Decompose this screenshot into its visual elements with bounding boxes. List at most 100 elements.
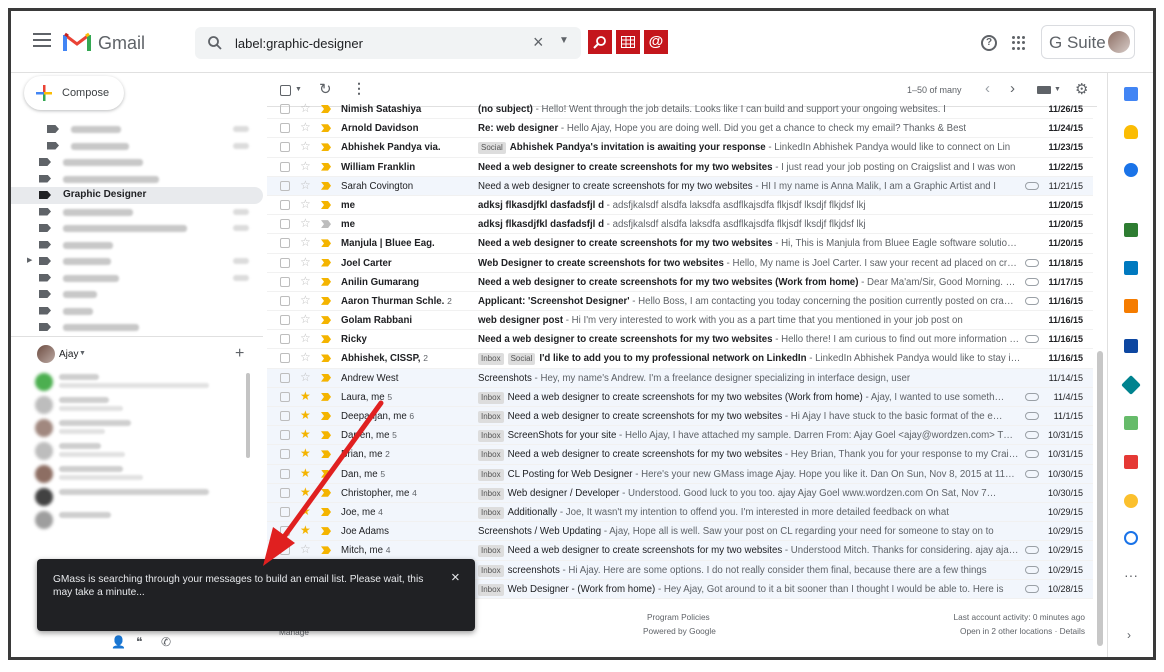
sidebar-label-item[interactable]: [11, 138, 263, 155]
search-icon[interactable]: [207, 35, 223, 51]
keep-icon[interactable]: [1124, 125, 1138, 139]
more-options-icon[interactable]: ⋮: [352, 80, 366, 97]
apps-grid-icon[interactable]: [1012, 36, 1026, 50]
sidebar-label-item[interactable]: [11, 303, 263, 320]
importance-marker-icon[interactable]: [321, 469, 331, 478]
refresh-icon[interactable]: ↻: [319, 80, 332, 98]
star-icon[interactable]: ☆: [300, 312, 311, 326]
program-policies-link[interactable]: Program Policies: [647, 612, 710, 622]
row-checkbox[interactable]: [280, 487, 290, 498]
star-icon[interactable]: ☆: [300, 120, 311, 134]
importance-marker-icon[interactable]: [321, 105, 331, 113]
phone-icon[interactable]: ✆: [161, 635, 171, 649]
sidebar-label-item[interactable]: [11, 220, 263, 237]
gmass-spreadsheet-button[interactable]: [616, 30, 640, 54]
star-icon[interactable]: ★: [300, 466, 311, 480]
email-row[interactable]: ★ Joe Adams Screenshots / Web Updating - …: [267, 522, 1093, 542]
star-icon[interactable]: ☆: [300, 331, 311, 345]
contact-item[interactable]: [31, 509, 251, 532]
email-row[interactable]: ★ Christopher, me 4 Inbox Web designer / De…: [267, 483, 1093, 503]
expand-arrow-icon[interactable]: ▶: [27, 256, 32, 264]
importance-marker-icon[interactable]: [321, 488, 331, 497]
addon-icon[interactable]: [1124, 223, 1138, 237]
contact-item[interactable]: [31, 486, 251, 509]
email-row[interactable]: ☆ Ricky Need a web designer to create scr…: [267, 330, 1093, 350]
clear-search-icon[interactable]: ×: [533, 32, 544, 53]
addon-icon[interactable]: [1124, 416, 1138, 430]
star-icon[interactable]: ☆: [300, 370, 311, 384]
row-checkbox[interactable]: [280, 315, 290, 326]
star-icon[interactable]: ☆: [300, 274, 311, 288]
chevron-down-icon[interactable]: ▼: [79, 350, 86, 357]
importance-marker-icon[interactable]: [321, 316, 331, 325]
sidebar-label-item[interactable]: [11, 154, 263, 171]
row-checkbox[interactable]: [280, 353, 290, 364]
contact-item[interactable]: [31, 417, 251, 440]
importance-marker-icon[interactable]: [321, 431, 331, 440]
email-row[interactable]: ☆ Mitch, me 4 Inbox Need a web designer to …: [267, 541, 1093, 561]
row-checkbox[interactable]: [280, 468, 290, 479]
importance-marker-icon[interactable]: [321, 220, 331, 229]
email-row[interactable]: ★ Dan, me 5 Inbox CL Posting for Web Design…: [267, 464, 1093, 484]
importance-marker-icon[interactable]: [321, 392, 331, 401]
contact-item[interactable]: [31, 463, 251, 486]
help-icon[interactable]: ?: [981, 35, 997, 51]
sidebar-label-item[interactable]: ▶: [11, 253, 263, 270]
email-row[interactable]: ☆ Joel Carter Web Designer to create scre…: [267, 254, 1093, 273]
sidebar-label-item[interactable]: [11, 204, 263, 221]
keyboard-icon[interactable]: [1037, 86, 1051, 94]
avatar[interactable]: [37, 345, 55, 363]
importance-marker-icon[interactable]: [321, 335, 331, 344]
contact-item[interactable]: [31, 371, 251, 394]
gmass-search-button[interactable]: [588, 30, 612, 54]
email-list-scrollbar[interactable]: [1097, 351, 1103, 646]
account-switcher[interactable]: G Suite: [1041, 25, 1135, 59]
row-checkbox[interactable]: [280, 295, 290, 306]
importance-marker-icon[interactable]: [321, 412, 331, 420]
sidebar-item-graphic-designer[interactable]: Graphic Designer: [11, 187, 263, 204]
expand-panel-icon[interactable]: ›: [1127, 628, 1131, 642]
row-checkbox[interactable]: [280, 199, 290, 210]
row-checkbox[interactable]: [280, 430, 290, 441]
email-row[interactable]: ☆ Nimish Satashiya (no subject) - Hello! …: [267, 100, 1093, 120]
importance-marker-icon[interactable]: [321, 507, 331, 516]
addon-icon[interactable]: [1124, 339, 1138, 353]
importance-marker-icon[interactable]: [321, 546, 331, 555]
star-icon[interactable]: ★: [300, 504, 311, 518]
star-icon[interactable]: ★: [300, 446, 311, 460]
sidebar-label-item[interactable]: [11, 237, 263, 254]
importance-marker-icon[interactable]: [321, 450, 331, 459]
importance-marker-icon[interactable]: [321, 162, 331, 171]
star-icon[interactable]: ☆: [300, 101, 311, 115]
email-row[interactable]: ☆ Arnold Davidson Re: web designer - Hell…: [267, 119, 1093, 139]
contact-item[interactable]: [31, 440, 251, 463]
addon-icon[interactable]: [1121, 375, 1141, 395]
at-icon[interactable]: [1124, 531, 1138, 545]
star-icon[interactable]: ☆: [300, 197, 311, 211]
sidebar-label-item[interactable]: [11, 171, 263, 188]
importance-marker-icon[interactable]: [321, 124, 331, 133]
chevron-down-icon[interactable]: ▼: [295, 86, 302, 93]
email-row[interactable]: ★ Laura, me 5 Inbox Need a web designer to …: [267, 387, 1093, 407]
row-checkbox[interactable]: [280, 104, 290, 114]
gmail-logo-icon[interactable]: [63, 31, 91, 53]
importance-marker-icon[interactable]: [321, 258, 331, 267]
previous-page-icon[interactable]: ‹: [985, 80, 990, 97]
account-avatar[interactable]: [1108, 31, 1130, 53]
importance-marker-icon[interactable]: [321, 239, 331, 248]
addon-icon[interactable]: [1124, 455, 1138, 469]
email-row[interactable]: ☆ me adksj flkasdjfkl dasfadsfjl d - adsf…: [267, 196, 1093, 216]
star-icon[interactable]: ☆: [300, 178, 311, 192]
email-row[interactable]: ☆ Sarah Covington Need a web designer to …: [267, 176, 1093, 196]
importance-marker-icon[interactable]: [321, 143, 331, 152]
row-checkbox[interactable]: [280, 526, 290, 537]
details-link[interactable]: Open in 2 other locations · Details: [960, 626, 1085, 636]
row-checkbox[interactable]: [280, 238, 290, 249]
email-row[interactable]: ☆ Manjula | Bluee Eag. Need a web designe…: [267, 234, 1093, 254]
star-icon[interactable]: ☆: [300, 255, 311, 269]
star-icon[interactable]: ★: [300, 408, 311, 422]
next-page-icon[interactable]: ›: [1010, 80, 1015, 97]
calendar-icon[interactable]: [1124, 87, 1138, 101]
sidebar-scrollbar[interactable]: [246, 373, 250, 458]
email-row[interactable]: ☆ Abhishek Pandya via. Social Abhishek Pan…: [267, 138, 1093, 158]
